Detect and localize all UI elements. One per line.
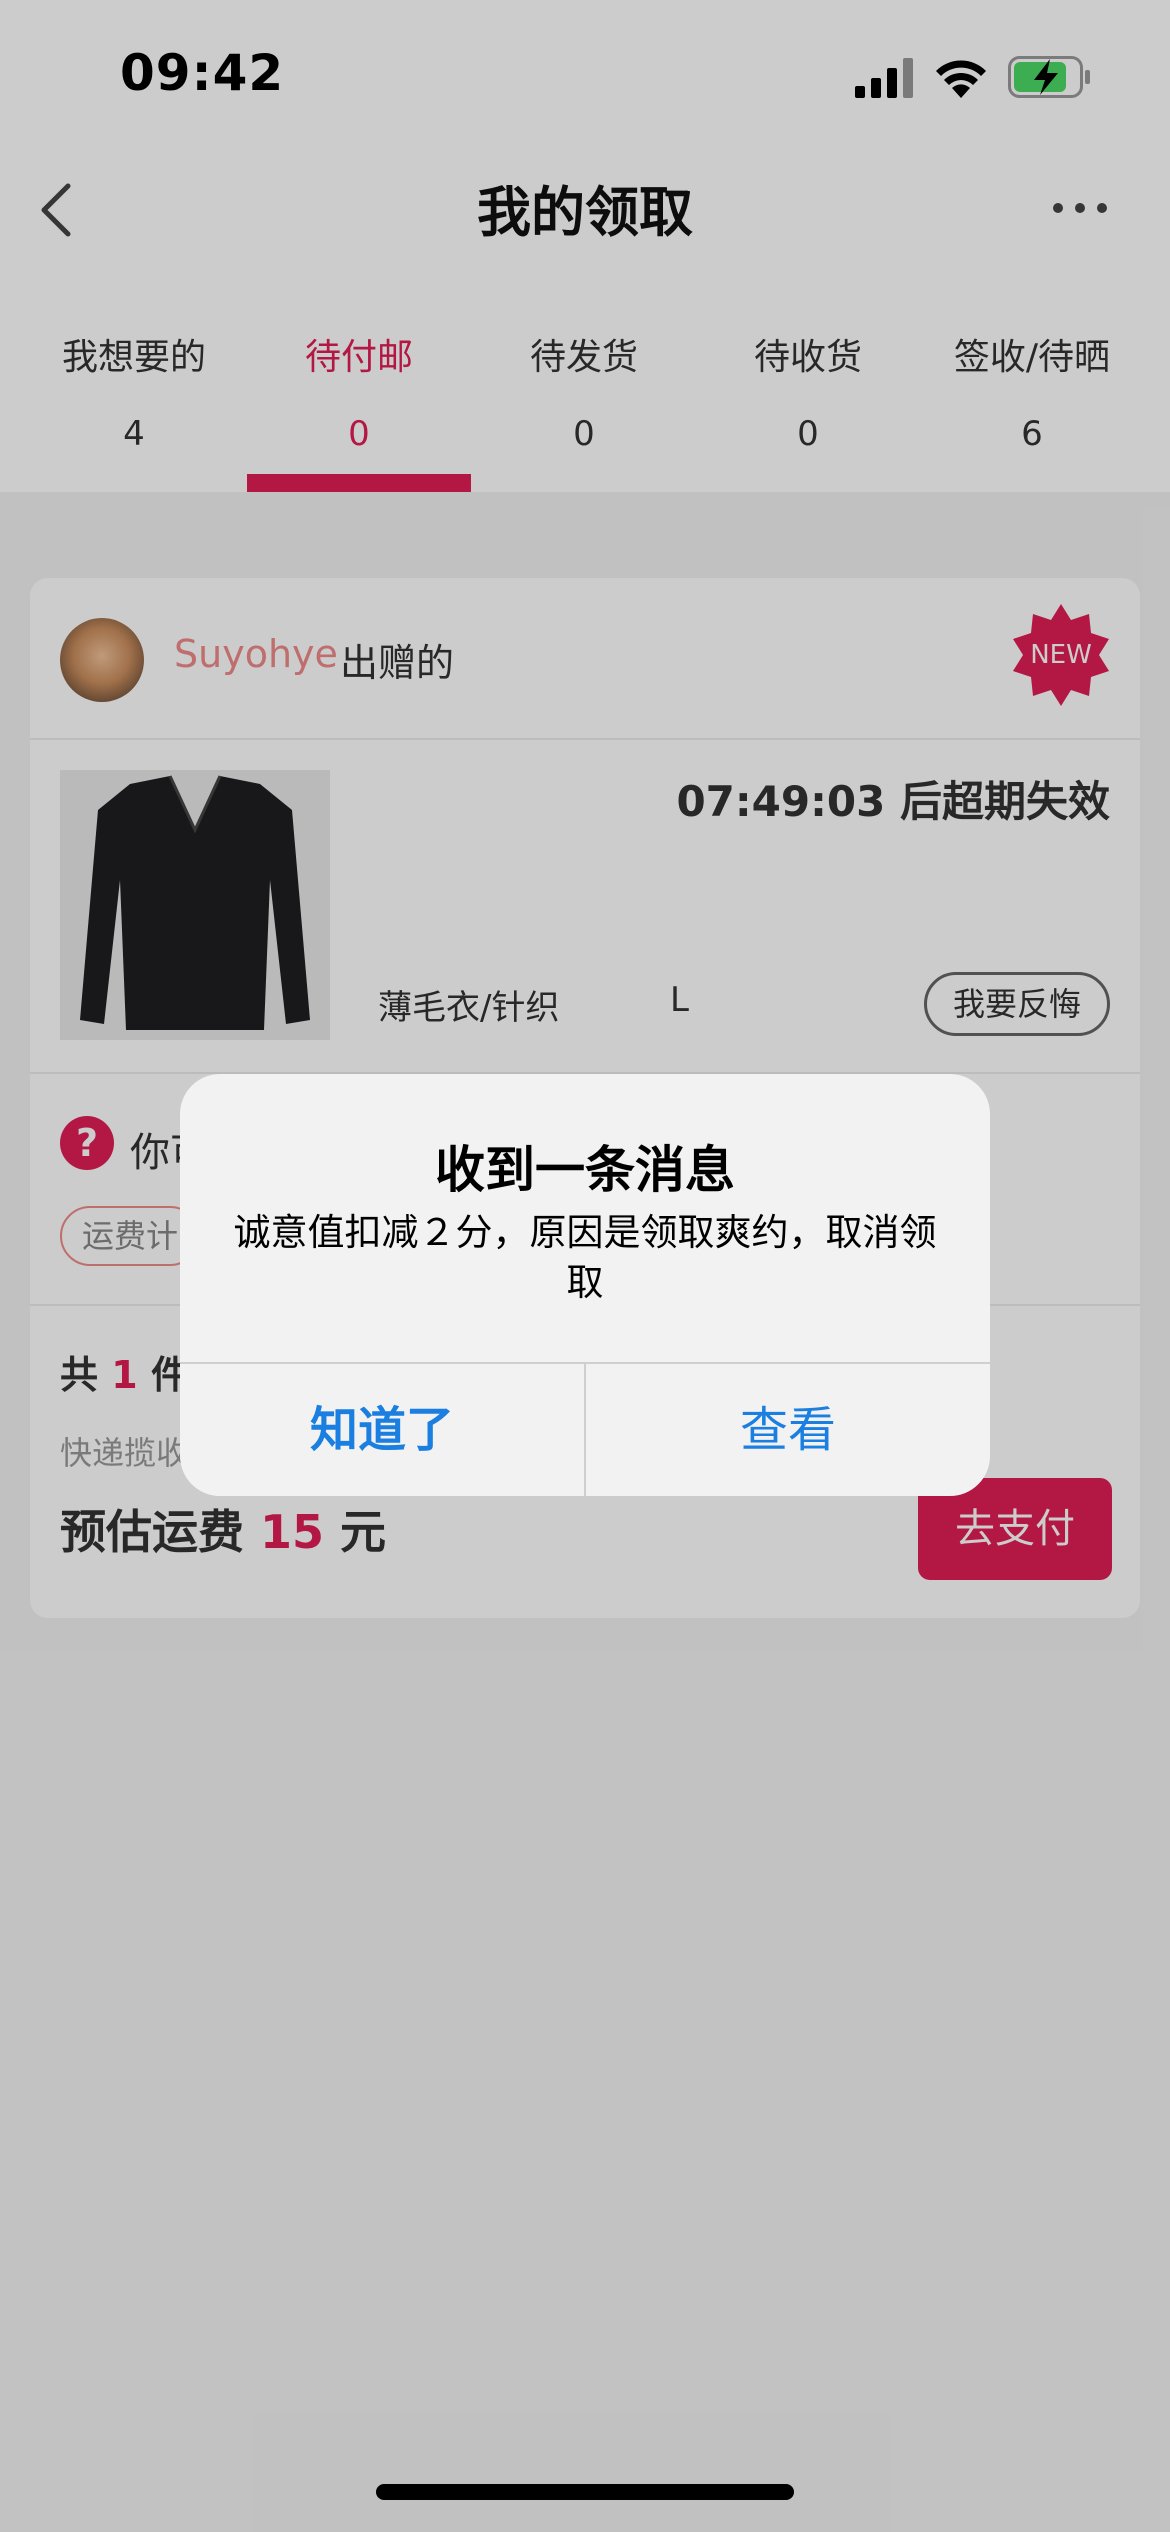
alert-ok-button[interactable]: 知道了 (180, 1364, 584, 1496)
alert-title: 收到一条消息 (435, 1141, 735, 1199)
alert-message: 诚意值扣减２分，原因是领取爽约，取消领取 (233, 1211, 937, 1304)
message-alert: 收到一条消息 诚意值扣减２分，原因是领取爽约，取消领取 知道了 查看 (180, 1074, 990, 1496)
home-indicator[interactable] (376, 2484, 794, 2500)
alert-view-button[interactable]: 查看 (586, 1364, 990, 1496)
